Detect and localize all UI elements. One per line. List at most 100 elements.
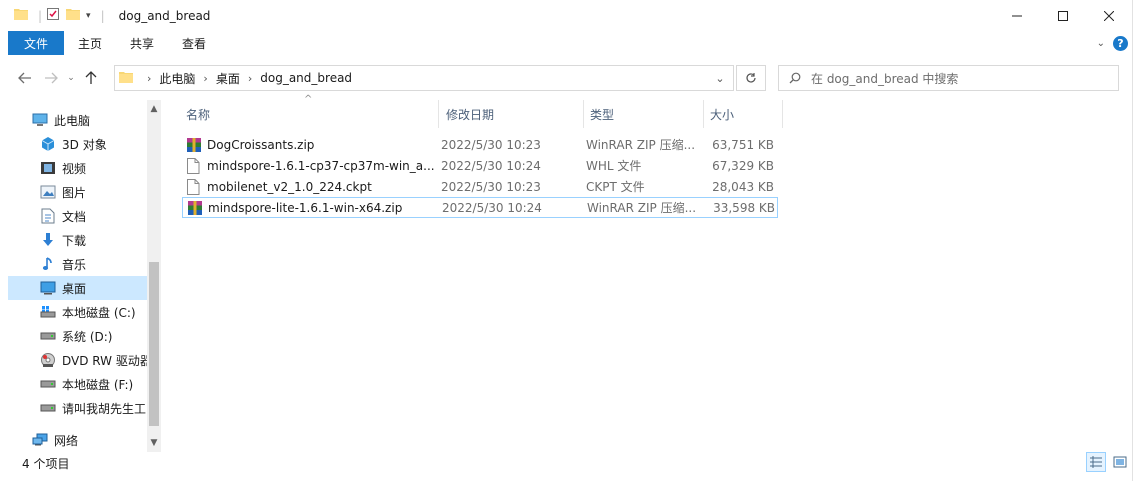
sidebar-item-label: 系统 (D:)	[62, 329, 113, 344]
up-button[interactable]	[78, 65, 104, 91]
title-bar: | ▾ | dog_and_bread	[8, 0, 1132, 31]
sidebar-item-network-drive[interactable]: 请叫我胡先生工	[8, 396, 147, 420]
back-button[interactable]	[12, 65, 38, 91]
address-folder-icon	[119, 71, 133, 86]
pc-icon	[32, 112, 48, 128]
file-type: WHL 文件	[586, 159, 642, 173]
column-header-date[interactable]: 修改日期	[446, 100, 576, 128]
properties-checklist-icon[interactable]	[46, 7, 60, 24]
sidebar-item-network[interactable]: 网络	[8, 428, 147, 452]
file-type: CKPT 文件	[586, 180, 645, 194]
refresh-button[interactable]	[736, 65, 766, 91]
large-icons-view-button[interactable]	[1110, 452, 1130, 472]
sidebar-item-label: 本地磁盘 (F:)	[62, 377, 134, 392]
sidebar-item-label: 此电脑	[54, 113, 91, 128]
file-type: WinRAR ZIP 压缩...	[586, 138, 696, 152]
sidebar-item-drive-f[interactable]: 本地磁盘 (F:)	[8, 372, 147, 396]
address-dropdown-icon[interactable]: ⌄	[707, 66, 733, 90]
sidebar-item-3d-objects[interactable]: 3D 对象	[8, 132, 147, 156]
file-name: DogCroissants.zip	[207, 137, 315, 152]
sidebar-item-music[interactable]: 音乐	[8, 252, 147, 276]
breadcrumb-current-folder[interactable]: dog_and_bread	[260, 71, 352, 85]
file-row-selected[interactable]: mindspore-lite-1.6.1-win-x64.zip 2022/5/…	[182, 197, 778, 218]
explorer-window: | ▾ | dog_and_bread 文件 主页 共享 查看 ⌄ ? ⌄ › …	[0, 0, 1139, 481]
file-date: 2022/5/30 10:24	[441, 158, 541, 173]
window-title: dog_and_bread	[118, 8, 211, 23]
file-name: mindspore-1.6.1-cp37-cp37m-win_a...	[207, 158, 435, 173]
forward-button[interactable]	[38, 65, 64, 91]
document-icon	[40, 208, 56, 224]
close-icon	[1104, 10, 1114, 21]
search-box[interactable]: 在 dog_and_bread 中搜索	[778, 65, 1119, 91]
close-button[interactable]	[1086, 0, 1132, 31]
chevron-down-icon: ⌄	[67, 73, 75, 83]
file-size: 33,598 KB	[713, 200, 775, 215]
network-icon	[32, 432, 48, 448]
minimize-icon	[1012, 15, 1022, 16]
sidebar-item-dvd-drive[interactable]: DVD RW 驱动器	[8, 348, 147, 372]
drive-icon	[40, 400, 56, 416]
video-icon	[40, 160, 56, 176]
windows-drive-icon	[40, 304, 56, 320]
search-icon	[789, 72, 801, 84]
tab-home[interactable]: 主页	[64, 31, 116, 55]
details-view-icon	[1090, 456, 1102, 468]
sidebar-item-label: 下载	[62, 233, 87, 248]
navigation-bar: ⌄ › 此电脑 › 桌面 › dog_and_bread ⌄ 在 dog_and…	[8, 60, 1132, 96]
column-header-type[interactable]: 类型	[590, 100, 700, 128]
column-header-name[interactable]: 名称	[186, 100, 436, 128]
sidebar-item-label: 视频	[62, 161, 87, 176]
customize-dropdown-icon[interactable]: ▾	[86, 11, 91, 21]
download-icon	[40, 232, 56, 248]
tab-share[interactable]: 共享	[116, 31, 168, 55]
file-type: WinRAR ZIP 压缩...	[587, 201, 697, 215]
ribbon-tabs: 文件 主页 共享 查看 ⌄ ?	[8, 31, 1132, 55]
sidebar-item-documents[interactable]: 文档	[8, 204, 147, 228]
background-right-strip	[1132, 0, 1139, 481]
sidebar-item-label: 3D 对象	[62, 137, 107, 152]
expand-ribbon-icon[interactable]: ⌄	[1097, 38, 1105, 49]
file-row[interactable]: DogCroissants.zip 2022/5/30 10:23 WinRAR…	[182, 134, 778, 155]
sidebar-item-pictures[interactable]: 图片	[8, 180, 147, 204]
file-icon	[186, 178, 202, 195]
file-row[interactable]: mindspore-1.6.1-cp37-cp37m-win_a... 2022…	[182, 155, 778, 176]
sidebar-scrollbar[interactable]: ▲ ▼	[147, 100, 161, 452]
file-name: mindspore-lite-1.6.1-win-x64.zip	[208, 200, 403, 215]
file-size: 63,751 KB	[712, 137, 774, 152]
recent-locations-button[interactable]: ⌄	[64, 65, 78, 91]
dvd-drive-icon	[40, 352, 56, 368]
column-header-size[interactable]: 大小	[710, 100, 780, 128]
sidebar-item-label: 桌面	[62, 281, 87, 296]
details-view-button[interactable]	[1086, 452, 1106, 472]
help-icon[interactable]: ?	[1113, 35, 1128, 51]
new-folder-icon[interactable]	[66, 8, 81, 23]
sidebar-item-this-pc[interactable]: 此电脑	[8, 108, 147, 132]
sidebar-item-videos[interactable]: 视频	[8, 156, 147, 180]
background-left-strip	[0, 0, 8, 481]
address-bar[interactable]: › 此电脑 › 桌面 › dog_and_bread ⌄	[114, 65, 734, 91]
scrollbar-thumb[interactable]	[149, 262, 159, 426]
arrow-left-icon	[18, 72, 31, 84]
item-count: 4 个项目	[22, 456, 70, 471]
file-date: 2022/5/30 10:24	[442, 200, 542, 215]
pictures-icon	[40, 184, 56, 200]
tab-view[interactable]: 查看	[168, 31, 220, 55]
sidebar-item-drive-c[interactable]: 本地磁盘 (C:)	[8, 300, 147, 324]
sidebar-item-desktop[interactable]: 桌面	[8, 276, 147, 300]
file-date: 2022/5/30 10:23	[441, 179, 541, 194]
search-input[interactable]: 在 dog_and_bread 中搜索	[811, 70, 958, 87]
scroll-up-icon[interactable]: ▲	[147, 102, 161, 116]
scroll-down-icon[interactable]: ▼	[147, 436, 161, 450]
breadcrumb-this-pc[interactable]: 此电脑	[159, 70, 195, 87]
sidebar-item-downloads[interactable]: 下载	[8, 228, 147, 252]
arrow-right-icon	[45, 72, 58, 84]
sidebar-item-label: 音乐	[62, 257, 87, 272]
file-row[interactable]: mobilenet_v2_1.0_224.ckpt 2022/5/30 10:2…	[182, 176, 778, 197]
maximize-icon	[1058, 10, 1068, 21]
tab-file[interactable]: 文件	[8, 31, 64, 55]
breadcrumb-desktop[interactable]: 桌面	[216, 70, 240, 87]
arrow-up-icon	[85, 71, 97, 84]
sidebar-item-drive-d[interactable]: 系统 (D:)	[8, 324, 147, 348]
minimize-button[interactable]	[994, 0, 1040, 31]
maximize-button[interactable]	[1040, 0, 1086, 31]
